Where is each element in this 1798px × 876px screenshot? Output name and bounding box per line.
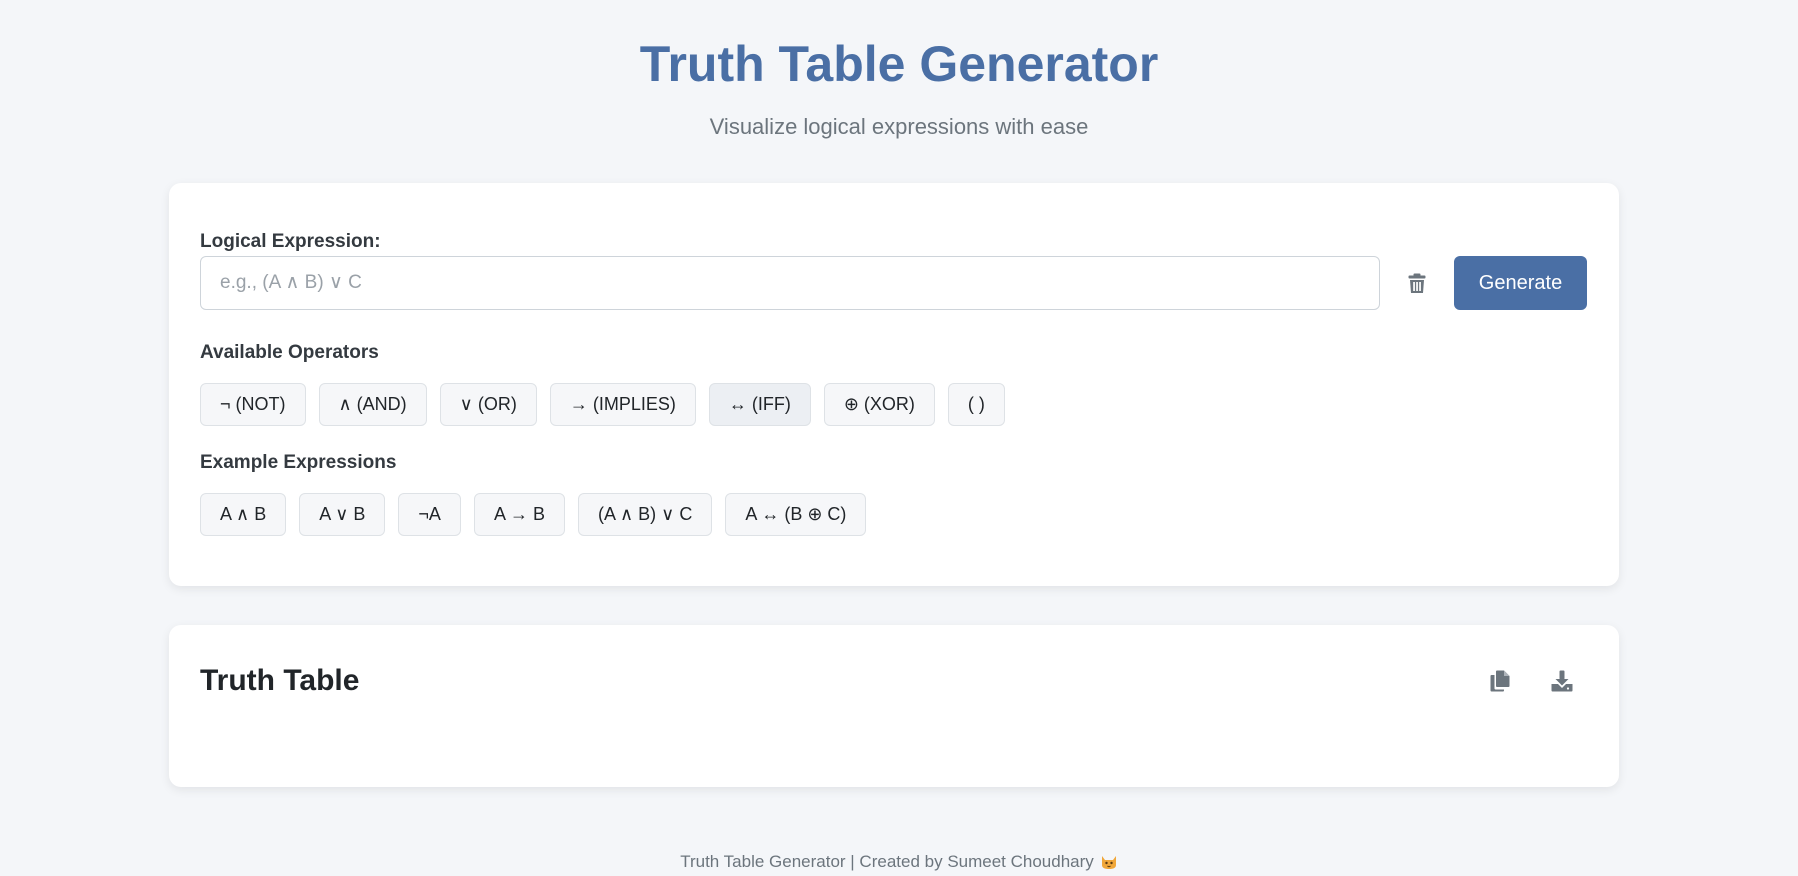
page-subtitle: Visualize logical expressions with ease — [709, 114, 1089, 139]
clear-button[interactable] — [1397, 263, 1437, 303]
operator-iff-button[interactable]: ↔ (IFF) — [708, 383, 811, 426]
footer-text: Truth Table Generator | Created by Sumee… — [680, 852, 1094, 871]
example-expression-button[interactable]: ¬A — [398, 493, 461, 536]
page-title: Truth Table Generator — [639, 36, 1159, 92]
trash-icon — [1408, 273, 1426, 293]
download-icon — [1551, 670, 1573, 692]
examples-list: A ∧ B A ∨ B ¬A A → B (A ∧ B) ∨ C A ↔ (B … — [200, 493, 867, 536]
truth-table-card: Truth Table — [169, 625, 1619, 787]
operator-parentheses-button[interactable]: ( ) — [947, 383, 1005, 426]
expression-label: Logical Expression: — [200, 231, 381, 252]
operator-xor-button[interactable]: ⊕ (XOR) — [823, 383, 935, 426]
operator-or-button[interactable]: ∨ (OR) — [439, 383, 537, 426]
examples-heading: Example Expressions — [200, 452, 397, 473]
operators-heading: Available Operators — [200, 342, 379, 363]
cat-icon — [1100, 852, 1118, 876]
example-expression-button[interactable]: A → B — [473, 493, 565, 536]
example-expression-button[interactable]: (A ∧ B) ∨ C — [577, 493, 713, 536]
example-expression-button[interactable]: A ↔ (B ⊕ C) — [725, 493, 867, 536]
expression-input[interactable] — [200, 256, 1380, 310]
operators-list: ¬ (NOT) ∧ (AND) ∨ (OR) → (IMPLIES) ↔ (IF… — [200, 383, 1005, 426]
generate-button[interactable]: Generate — [1454, 256, 1587, 310]
truth-table-title: Truth Table — [200, 664, 360, 697]
copy-button[interactable] — [1480, 661, 1520, 701]
operator-and-button[interactable]: ∧ (AND) — [318, 383, 427, 426]
footer: Truth Table Generator | Created by Sumee… — [0, 851, 1798, 876]
operator-not-button[interactable]: ¬ (NOT) — [200, 383, 306, 426]
example-expression-button[interactable]: A ∨ B — [299, 493, 386, 536]
operator-implies-button[interactable]: → (IMPLIES) — [549, 383, 696, 426]
expression-card: Logical Expression: Generate Available O… — [169, 183, 1619, 586]
copy-icon — [1490, 670, 1510, 692]
example-expression-button[interactable]: A ∧ B — [200, 493, 287, 536]
download-button[interactable] — [1542, 661, 1582, 701]
